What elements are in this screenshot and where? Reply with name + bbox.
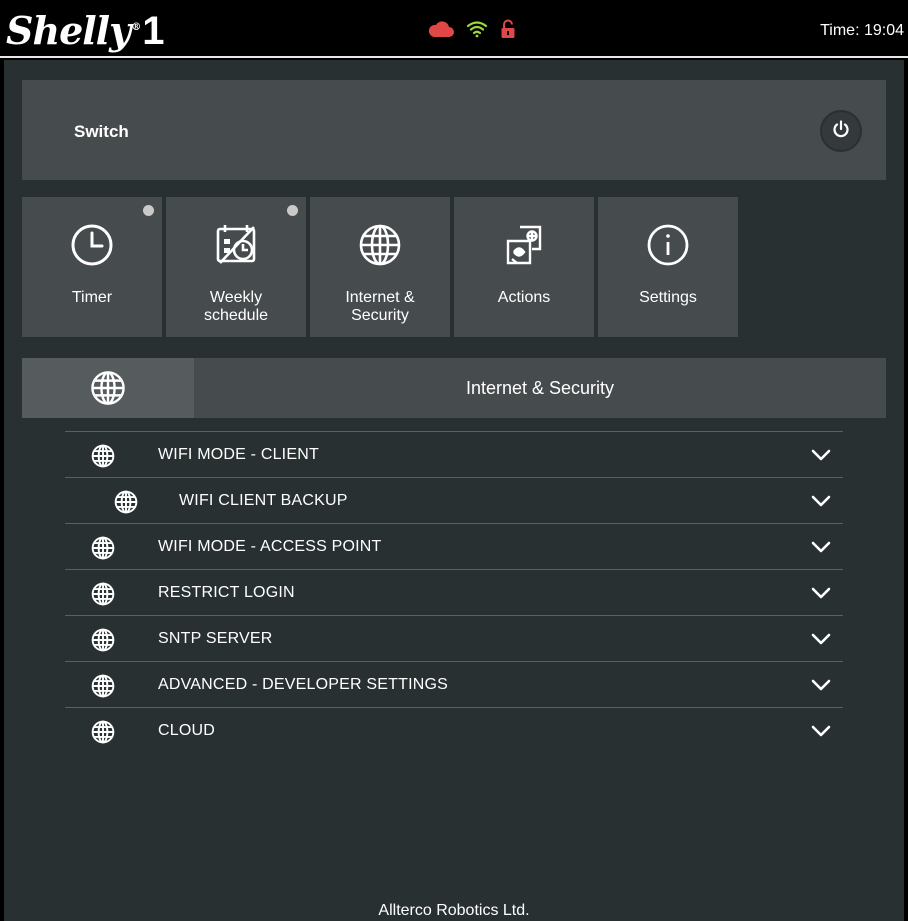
globe-icon: [91, 536, 115, 560]
logo-text: Shelly: [6, 8, 131, 53]
list-item-wifi-client[interactable]: WIFI MODE - CLIENT: [65, 431, 843, 477]
cloud-icon: [428, 20, 454, 38]
status-dot: [287, 205, 298, 216]
chevron-down-icon[interactable]: [811, 583, 831, 603]
logo-registered-mark: ®: [131, 22, 141, 34]
chevron-down-icon[interactable]: [811, 537, 831, 557]
list-item-sntp-server[interactable]: SNTP SERVER: [65, 615, 843, 661]
actions-icon: [502, 223, 546, 267]
section-header: Internet & Security: [22, 358, 886, 418]
clock-icon: [70, 223, 114, 267]
list-item-advanced-developer[interactable]: ADVANCED - DEVELOPER SETTINGS: [65, 661, 843, 707]
power-button[interactable]: [820, 110, 862, 152]
tile-actions[interactable]: Actions: [454, 197, 594, 337]
tile-weekly-schedule[interactable]: Weekly schedule: [166, 197, 306, 337]
power-icon: [831, 119, 851, 144]
list-item-label: RESTRICT LOGIN: [158, 584, 295, 601]
tile-settings[interactable]: Settings: [598, 197, 738, 337]
chevron-down-icon[interactable]: [811, 675, 831, 695]
list-item-label: WIFI MODE - ACCESS POINT: [158, 538, 382, 555]
globe-icon: [114, 490, 138, 514]
tile-timer[interactable]: Timer: [22, 197, 162, 337]
list-item-label: SNTP SERVER: [158, 630, 273, 647]
tile-label: Internet & Security: [345, 289, 415, 324]
globe-icon: [91, 444, 115, 468]
tile-label: Actions: [497, 289, 551, 306]
footer-company: Allterco Robotics Ltd.: [378, 902, 530, 919]
globe-icon: [22, 358, 194, 418]
tile-internet-security[interactable]: Internet & Security: [310, 197, 450, 337]
globe-icon: [91, 628, 115, 652]
list-item-label: CLOUD: [158, 722, 216, 739]
switch-label: Switch: [74, 122, 129, 141]
switch-card: Switch: [22, 80, 886, 180]
info-icon: [646, 223, 690, 267]
list-item-label: WIFI MODE - CLIENT: [158, 446, 319, 463]
wifi-icon: [466, 20, 488, 38]
globe-icon: [358, 223, 402, 267]
list-item-wifi-access-point[interactable]: WIFI MODE - ACCESS POINT: [65, 523, 843, 569]
chevron-down-icon[interactable]: [811, 721, 831, 741]
list-item-cloud[interactable]: CLOUD: [65, 707, 843, 753]
chevron-down-icon[interactable]: [811, 491, 831, 511]
menu-tiles: Timer Weekly schedule Internet & Securit…: [22, 197, 738, 337]
list-item-label: ADVANCED - DEVELOPER SETTINGS: [158, 676, 449, 693]
logo-model-number: 1: [142, 9, 164, 53]
calendar-icon: [214, 223, 258, 267]
tile-label: Timer: [71, 289, 113, 306]
lock-open-icon: [500, 19, 516, 39]
section-title: Internet & Security: [465, 377, 615, 398]
time-display: Time: 19:04: [820, 22, 904, 39]
settings-list: WIFI MODE - CLIENT WIFI CLIENT BACKUP WI…: [65, 431, 843, 753]
main-panel: Switch Timer Weekly schedule Internet & …: [4, 60, 904, 921]
top-bar: Shelly®1 Time: 19:04: [0, 0, 908, 58]
list-item-restrict-login[interactable]: RESTRICT LOGIN: [65, 569, 843, 615]
list-item-wifi-client-backup[interactable]: WIFI CLIENT BACKUP: [65, 477, 843, 523]
globe-icon: [91, 674, 115, 698]
globe-icon: [91, 720, 115, 744]
chevron-down-icon[interactable]: [811, 629, 831, 649]
status-icons: [428, 18, 516, 40]
globe-icon: [91, 582, 115, 606]
status-dot: [143, 205, 154, 216]
chevron-down-icon[interactable]: [811, 445, 831, 465]
tile-label: Weekly schedule: [203, 289, 269, 324]
shelly-logo: Shelly®1: [6, 8, 164, 54]
list-item-label: WIFI CLIENT BACKUP: [179, 492, 348, 509]
tile-label: Settings: [639, 289, 697, 306]
